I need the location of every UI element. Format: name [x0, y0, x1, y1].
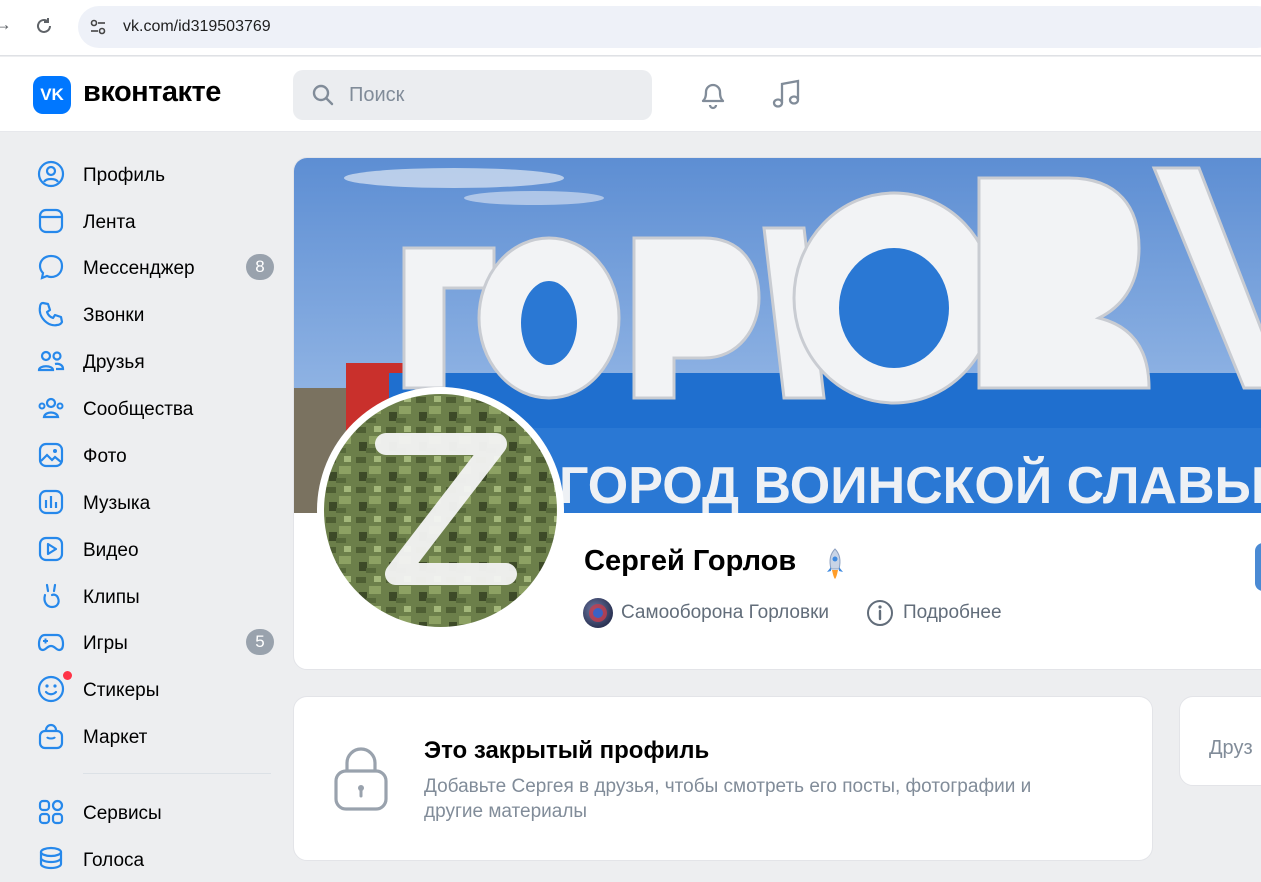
profile-name: Сергей Горлов: [584, 545, 797, 577]
sidebar-item-communities[interactable]: Сообщества: [26, 387, 282, 427]
forward-icon[interactable]: →: [0, 14, 12, 35]
sidebar-item-calls[interactable]: Звонки: [26, 293, 282, 333]
music-note-icon[interactable]: [770, 77, 804, 111]
sidebar-item-label: Клипы: [83, 587, 140, 608]
group-avatar[interactable]: [583, 598, 613, 628]
friends-icon: [37, 350, 65, 372]
services-icon: [38, 799, 64, 825]
sidebar-item-label: Голоса: [83, 850, 145, 871]
sidebar-item-profile[interactable]: Профиль: [26, 153, 282, 193]
sidebar-item-friends[interactable]: Друзья: [26, 340, 282, 380]
avatar[interactable]: [324, 394, 557, 627]
group-link[interactable]: Самооборона Горловки: [621, 602, 829, 624]
sidebar-item-label: Мессенджер: [83, 258, 195, 279]
more-info-link[interactable]: Подробнее: [903, 602, 1002, 624]
closed-profile-title: Это закрытый профиль: [424, 737, 710, 764]
sidebar-item-label: Стикеры: [83, 680, 160, 701]
sidebar-item-label: Лента: [83, 212, 136, 233]
sidebar-item-feed[interactable]: Лента: [26, 200, 282, 240]
profile-icon: [37, 160, 65, 188]
sidebar-item-services[interactable]: Сервисы: [26, 791, 282, 831]
vk-header: VK вконтакте Поиск: [0, 57, 1261, 132]
photo-icon: [38, 442, 64, 468]
search-input[interactable]: Поиск: [293, 70, 652, 120]
cover-sign-bottom-text: ГОРОД ВОИНСКОЙ СЛАВЫ: [559, 456, 1261, 513]
votes-coins-icon: [39, 846, 63, 870]
action-button-edge[interactable]: [1255, 543, 1261, 591]
search-placeholder: Поиск: [349, 84, 405, 106]
sidebar-item-photos[interactable]: Фото: [26, 434, 282, 474]
reload-icon[interactable]: [34, 16, 54, 36]
avatar-camo-z-image: [324, 394, 557, 627]
video-icon: [38, 536, 64, 562]
sidebar-item-label: Сервисы: [83, 803, 162, 824]
sidebar-divider: [83, 773, 271, 774]
closed-profile-text: Добавьте Сергея в друзья, чтобы смотреть…: [424, 776, 1032, 822]
music-icon: [38, 489, 64, 515]
lock-icon: [334, 747, 388, 811]
sidebar-item-label: Игры: [83, 633, 128, 654]
sidebar-item-market[interactable]: Маркет: [26, 715, 282, 755]
sidebar-item-label: Профиль: [83, 165, 166, 186]
rocket-icon[interactable]: [822, 547, 848, 581]
vk-logo-text[interactable]: вконтакте: [83, 76, 221, 109]
group-emblem-icon: [589, 604, 607, 622]
vk-logo-icon[interactable]: VK: [33, 76, 71, 114]
site-settings-icon[interactable]: [88, 17, 108, 37]
sidebar-item-label: Сообщества: [83, 399, 194, 420]
sidebar-item-label: Видео: [83, 540, 139, 561]
address-bar[interactable]: vk.com/id319503769: [78, 6, 1261, 48]
url-text[interactable]: vk.com/id319503769: [123, 18, 271, 36]
sidebar-item-video[interactable]: Видео: [26, 528, 282, 568]
games-badge: 5: [246, 629, 274, 655]
feed-icon: [38, 208, 64, 234]
sidebar-item-music[interactable]: Музыка: [26, 481, 282, 521]
messenger-icon: [38, 254, 64, 280]
clips-icon: [43, 583, 60, 609]
sidebar-item-votes[interactable]: Голоса: [26, 838, 282, 878]
sidebar-item-messenger[interactable]: Мессенджер 8: [26, 246, 282, 286]
sidebar-item-label: Музыка: [83, 493, 151, 514]
messenger-badge: 8: [246, 254, 274, 280]
new-dot-icon: [63, 671, 72, 680]
sidebar-item-label: Звонки: [83, 305, 145, 326]
sidebar-item-label: Друзья: [83, 352, 145, 373]
notifications-bell-icon[interactable]: [697, 77, 729, 111]
sidebar-item-clips[interactable]: Клипы: [26, 575, 282, 615]
friends-card-title[interactable]: Друз: [1209, 737, 1253, 760]
sidebar-item-games[interactable]: Игры 5: [26, 621, 282, 661]
market-bag-icon: [38, 723, 64, 750]
sidebar-item-stickers[interactable]: Стикеры: [26, 668, 282, 708]
sidebar-item-label: Маркет: [83, 727, 148, 748]
search-icon: [312, 84, 334, 106]
phone-icon: [38, 301, 64, 327]
info-icon[interactable]: [866, 599, 894, 627]
sidebar-item-label: Фото: [83, 446, 127, 467]
games-icon: [37, 633, 65, 652]
browser-bar: → vk.com/id319503769: [0, 0, 1261, 56]
stickers-icon: [37, 675, 65, 703]
communities-icon: [38, 397, 64, 419]
